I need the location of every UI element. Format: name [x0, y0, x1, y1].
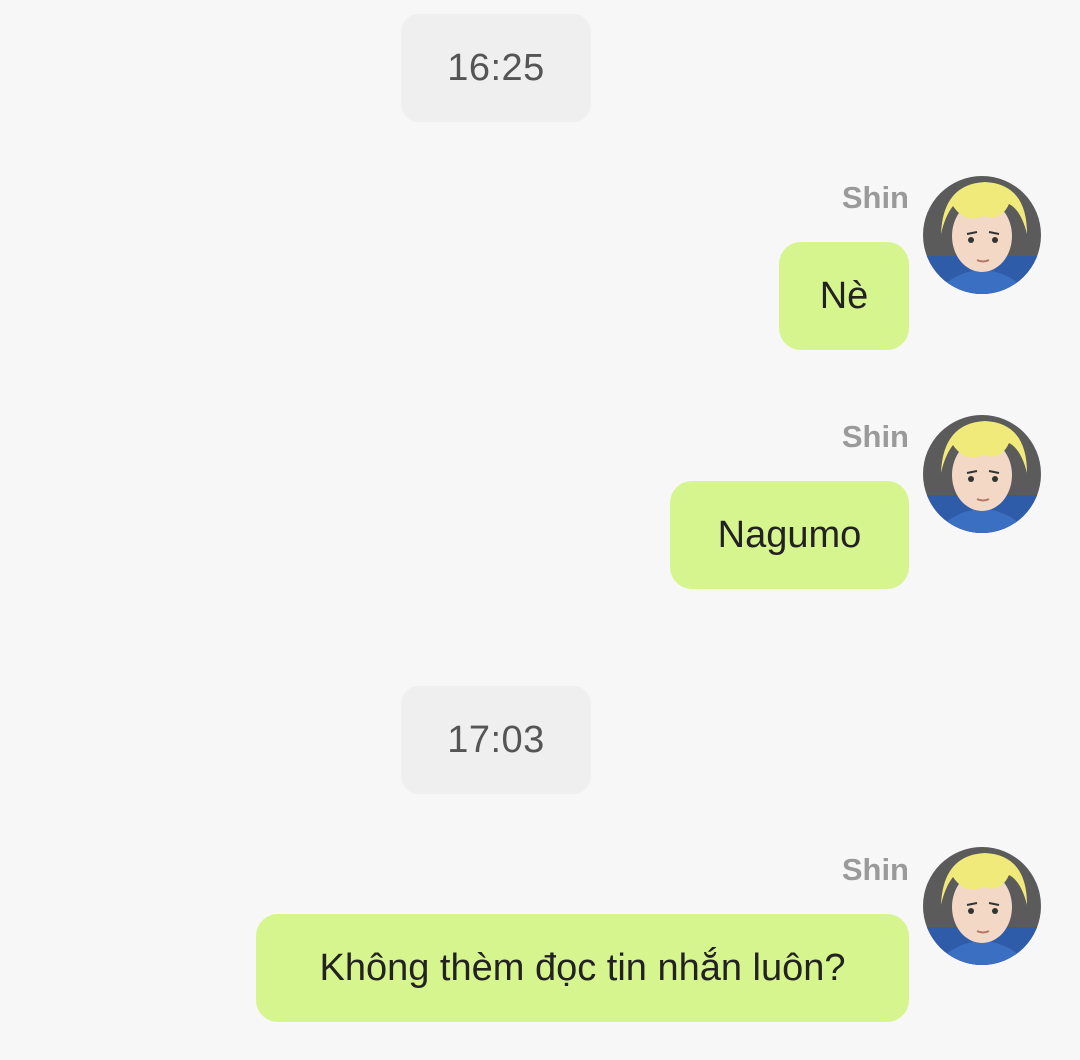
avatar-icon[interactable] [923, 415, 1041, 533]
message-bubble[interactable]: Không thèm đọc tin nhắn luôn? [256, 914, 909, 1022]
timestamp-chip: 17:03 [401, 686, 591, 794]
sender-name: Shin [841, 180, 909, 215]
message-bubble[interactable]: Nè [779, 242, 909, 350]
message-text: Nè [819, 274, 869, 317]
avatar-icon[interactable] [923, 176, 1041, 294]
avatar-icon[interactable] [923, 847, 1041, 965]
message-text: Không thèm đọc tin nhắn luôn? [319, 946, 846, 989]
message-text: Nagumo [717, 513, 862, 556]
timestamp-text: 17:03 [447, 718, 545, 761]
sender-name: Shin [841, 419, 909, 454]
timestamp-chip: 16:25 [401, 14, 591, 122]
timestamp-text: 16:25 [447, 46, 545, 89]
message-bubble[interactable]: Nagumo [670, 481, 909, 589]
sender-name: Shin [841, 852, 909, 887]
